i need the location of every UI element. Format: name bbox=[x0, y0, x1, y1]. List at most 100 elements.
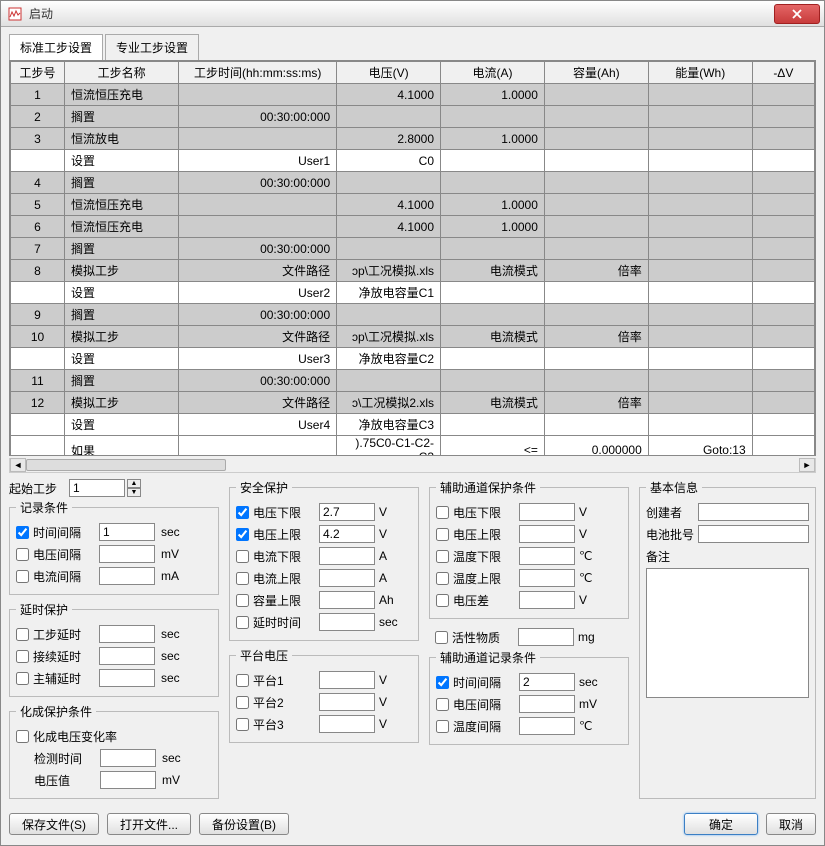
ahigh-input[interactable] bbox=[319, 569, 375, 587]
table-cell[interactable] bbox=[752, 194, 814, 216]
table-cell[interactable]: 00:30:00:000 bbox=[179, 172, 337, 194]
table-cell[interactable] bbox=[648, 194, 752, 216]
time-interval-input[interactable] bbox=[99, 523, 155, 541]
table-cell[interactable]: 恒流恒压充电 bbox=[65, 84, 179, 106]
table-cell[interactable]: 00:30:00:000 bbox=[179, 304, 337, 326]
table-cell[interactable]: 3 bbox=[11, 128, 65, 150]
table-cell[interactable] bbox=[544, 194, 648, 216]
ap-vdiff-input[interactable] bbox=[519, 591, 575, 609]
table-cell[interactable]: 搁置 bbox=[65, 370, 179, 392]
table-cell[interactable]: 4.1000 bbox=[337, 84, 441, 106]
table-cell[interactable] bbox=[752, 392, 814, 414]
table-cell[interactable] bbox=[544, 238, 648, 260]
ap-vhigh-input[interactable] bbox=[519, 525, 575, 543]
table-cell[interactable] bbox=[337, 238, 441, 260]
table-cell[interactable]: 1.0000 bbox=[441, 194, 545, 216]
table-cell[interactable] bbox=[544, 128, 648, 150]
vhigh-input[interactable] bbox=[319, 525, 375, 543]
table-cell[interactable] bbox=[648, 128, 752, 150]
table-cell[interactable]: 设置 bbox=[65, 348, 179, 370]
cancel-button[interactable]: 取消 bbox=[766, 813, 816, 835]
table-cell[interactable]: ɔ\工况模拟2.xls bbox=[337, 392, 441, 414]
column-header[interactable]: -ΔV bbox=[752, 62, 814, 84]
table-cell[interactable]: 设置 bbox=[65, 150, 179, 172]
table-cell[interactable]: 恒流恒压充电 bbox=[65, 216, 179, 238]
table-cell[interactable]: 1.0000 bbox=[441, 84, 545, 106]
column-header[interactable]: 电流(A) bbox=[441, 62, 545, 84]
table-row[interactable]: 如果).75C0-C1-C2-C3<=0.000000Goto:13 bbox=[11, 436, 815, 456]
table-cell[interactable]: 7 bbox=[11, 238, 65, 260]
table-cell[interactable] bbox=[179, 216, 337, 238]
table-cell[interactable]: 模拟工步 bbox=[65, 392, 179, 414]
table-row[interactable]: 5恒流恒压充电 4.10001.0000 bbox=[11, 194, 815, 216]
table-cell[interactable]: 9 bbox=[11, 304, 65, 326]
table-cell[interactable] bbox=[11, 150, 65, 172]
table-cell[interactable]: 2.8000 bbox=[337, 128, 441, 150]
table-cell[interactable] bbox=[752, 282, 814, 304]
formation-rate-check[interactable] bbox=[16, 730, 29, 743]
table-cell[interactable] bbox=[544, 304, 648, 326]
ar-temp-input[interactable] bbox=[519, 717, 575, 735]
scroll-right-icon[interactable]: ► bbox=[799, 458, 815, 472]
ap-vhigh-check[interactable] bbox=[436, 528, 449, 541]
table-cell[interactable]: 1 bbox=[11, 84, 65, 106]
table-cell[interactable]: 搁置 bbox=[65, 238, 179, 260]
table-cell[interactable]: 模拟工步 bbox=[65, 260, 179, 282]
step-delay-input[interactable] bbox=[99, 625, 155, 643]
table-cell[interactable]: 4 bbox=[11, 172, 65, 194]
table-cell[interactable] bbox=[544, 172, 648, 194]
table-cell[interactable]: 5 bbox=[11, 194, 65, 216]
table-cell[interactable]: User3 bbox=[179, 348, 337, 370]
ok-button[interactable]: 确定 bbox=[684, 813, 758, 835]
table-cell[interactable]: 搁置 bbox=[65, 304, 179, 326]
p2-input[interactable] bbox=[319, 693, 375, 711]
table-cell[interactable] bbox=[752, 106, 814, 128]
batch-input[interactable] bbox=[698, 525, 809, 543]
table-cell[interactable] bbox=[648, 150, 752, 172]
table-cell[interactable] bbox=[752, 260, 814, 282]
table-cell[interactable]: 设置 bbox=[65, 282, 179, 304]
table-cell[interactable] bbox=[752, 150, 814, 172]
table-cell[interactable]: 00:30:00:000 bbox=[179, 238, 337, 260]
table-cell[interactable] bbox=[648, 282, 752, 304]
table-cell[interactable]: 文件路径 bbox=[179, 326, 337, 348]
table-cell[interactable]: 如果 bbox=[65, 436, 179, 456]
ar-time-check[interactable] bbox=[436, 676, 449, 689]
table-cell[interactable]: 设置 bbox=[65, 414, 179, 436]
table-row[interactable]: 设置User2净放电容量C1 bbox=[11, 282, 815, 304]
table-cell[interactable]: 10 bbox=[11, 326, 65, 348]
table-cell[interactable] bbox=[441, 414, 545, 436]
table-cell[interactable] bbox=[441, 304, 545, 326]
ahigh-check[interactable] bbox=[236, 572, 249, 585]
close-button[interactable] bbox=[774, 4, 820, 24]
table-cell[interactable] bbox=[648, 414, 752, 436]
table-cell[interactable]: 电流模式 bbox=[441, 260, 545, 282]
table-cell[interactable] bbox=[648, 216, 752, 238]
ar-time-input[interactable] bbox=[519, 673, 575, 691]
table-cell[interactable] bbox=[752, 304, 814, 326]
column-header[interactable]: 能量(Wh) bbox=[648, 62, 752, 84]
aux-delay-check[interactable] bbox=[16, 672, 29, 685]
table-cell[interactable] bbox=[648, 84, 752, 106]
table-row[interactable]: 1恒流恒压充电 4.10001.0000 bbox=[11, 84, 815, 106]
table-cell[interactable] bbox=[648, 260, 752, 282]
table-row[interactable]: 9搁置00:30:00:000 bbox=[11, 304, 815, 326]
table-cell[interactable]: 搁置 bbox=[65, 106, 179, 128]
column-header[interactable]: 工步号 bbox=[11, 62, 65, 84]
table-cell[interactable] bbox=[179, 84, 337, 106]
table-cell[interactable]: 00:30:00:000 bbox=[179, 106, 337, 128]
ap-vlow-input[interactable] bbox=[519, 503, 575, 521]
table-cell[interactable]: 恒流恒压充电 bbox=[65, 194, 179, 216]
table-row[interactable]: 2搁置00:30:00:000 bbox=[11, 106, 815, 128]
table-cell[interactable] bbox=[544, 84, 648, 106]
p3-input[interactable] bbox=[319, 715, 375, 733]
open-file-button[interactable]: 打开文件... bbox=[107, 813, 191, 835]
table-cell[interactable]: 0.000000 bbox=[544, 436, 648, 456]
table-cell[interactable]: 净放电容量C1 bbox=[337, 282, 441, 304]
table-cell[interactable] bbox=[544, 106, 648, 128]
table-cell[interactable] bbox=[752, 128, 814, 150]
table-cell[interactable]: 4.1000 bbox=[337, 194, 441, 216]
table-cell[interactable] bbox=[752, 238, 814, 260]
table-cell[interactable] bbox=[544, 370, 648, 392]
table-cell[interactable] bbox=[179, 436, 337, 456]
